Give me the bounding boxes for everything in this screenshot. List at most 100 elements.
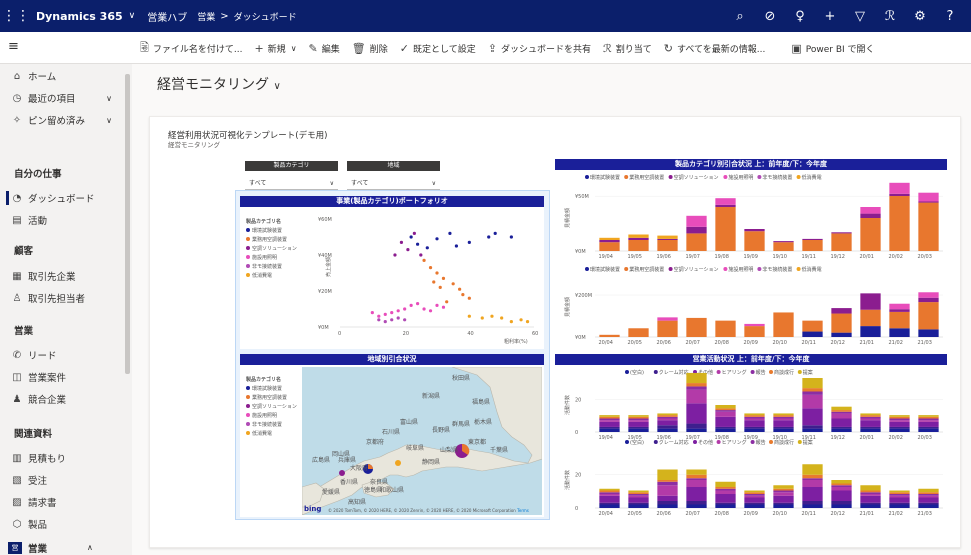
share-dashboard-button[interactable]: ⇪ ダッシュボードを共有 (488, 42, 591, 55)
activity-chart-prev-bar-segment[interactable] (657, 428, 678, 432)
category-chart-prev-bar-segment[interactable] (860, 213, 881, 218)
new-button[interactable]: + 新規 ∨ (254, 42, 296, 55)
activity-chart-prev-bar-segment[interactable] (802, 425, 823, 429)
category-chart-prev-bar-segment[interactable] (831, 232, 852, 234)
activity-chart-curr-bar-segment[interactable] (657, 480, 678, 482)
activity-chart-curr-bar-segment[interactable] (831, 485, 852, 487)
scatter-point[interactable] (409, 235, 413, 239)
activity-chart-prev-bar-segment[interactable] (773, 413, 794, 416)
sidebar-item-products[interactable]: ⬡ 製品 (0, 513, 122, 535)
category-chart-curr-bar-segment[interactable] (860, 326, 881, 337)
activity-chart-prev-bar-segment[interactable] (599, 420, 620, 422)
scatter-point[interactable] (441, 276, 446, 280)
category-chart-prev-bar-segment[interactable] (715, 204, 736, 207)
activity-chart-prev-bar-segment[interactable] (686, 386, 707, 390)
activity-chart-prev-bar-segment[interactable] (918, 420, 939, 422)
scatter-point[interactable] (396, 309, 400, 313)
scatter-point[interactable] (403, 318, 407, 322)
activity-chart-prev-bar-segment[interactable] (918, 426, 939, 429)
category-chart-prev-bar-segment[interactable] (657, 240, 678, 251)
activity-chart-curr-bar-segment[interactable] (686, 469, 707, 475)
category-slicer[interactable]: すべて ∨ (245, 177, 338, 190)
activity-legend-item[interactable]: 提案 (803, 369, 813, 376)
activity-chart-curr-bar-segment[interactable] (918, 502, 939, 505)
activity-chart-curr-bar-segment[interactable] (657, 495, 678, 501)
person-assist-icon[interactable]: ℛ (875, 9, 905, 24)
category-chart-curr-bar-segment[interactable] (628, 328, 649, 337)
refresh-all-button[interactable]: ↻ すべてを最新の情報... (664, 42, 766, 55)
activity-chart-curr-bar-segment[interactable] (628, 490, 649, 493)
activity-chart-prev-bar-segment[interactable] (657, 418, 678, 421)
sidebar-scrollbar[interactable] (125, 74, 130, 374)
activity-chart-prev-bar-segment[interactable] (773, 418, 794, 421)
activity-chart-curr-bar-segment[interactable] (918, 495, 939, 498)
activity-chart-curr-bar-segment[interactable] (715, 504, 736, 509)
activity-chart-curr-bar-segment[interactable] (918, 492, 939, 494)
category-chart-prev-bar-segment[interactable] (918, 192, 939, 202)
activity-chart-curr-bar-segment[interactable] (918, 488, 939, 493)
activity-chart-curr-bar-segment[interactable] (773, 495, 794, 503)
activity-chart-prev-bar-segment[interactable] (889, 416, 910, 419)
activity-chart-curr-bar-segment[interactable] (918, 497, 939, 503)
activity-chart-curr-bar-segment[interactable] (744, 504, 765, 509)
activity-chart-prev-bar-segment[interactable] (831, 413, 852, 419)
activity-chart-prev-bar-segment[interactable] (773, 426, 794, 429)
category-chart-curr-bar-segment[interactable] (889, 328, 910, 337)
activity-chart-prev-bar-segment[interactable] (628, 421, 649, 427)
activity-chart-curr-bar-segment[interactable] (860, 502, 881, 505)
activity-chart-prev-bar-segment[interactable] (744, 420, 765, 427)
scatter-point[interactable] (390, 318, 394, 322)
activity-chart-curr-bar-segment[interactable] (744, 497, 765, 503)
activity-legend-item[interactable]: (空白) (630, 369, 644, 376)
category-chart-prev-bar-segment[interactable] (715, 198, 736, 205)
activity-chart-curr-bar-segment[interactable] (773, 488, 794, 491)
activity-chart-prev-bar-segment[interactable] (889, 418, 910, 421)
category-chart-curr-bar-segment[interactable] (744, 323, 765, 327)
sidebar-item-pinned[interactable]: ✧ ピン留め済み ∨ (0, 109, 122, 131)
open-in-powerbi-button[interactable]: ▣ Power BI で開く (791, 42, 874, 55)
category-chart-prev-bar-segment[interactable] (860, 207, 881, 214)
activity-chart-prev-bar-segment[interactable] (860, 426, 881, 429)
activity-chart-curr-bar-segment[interactable] (802, 480, 823, 487)
activity-chart-curr-bar-segment[interactable] (715, 502, 736, 505)
category-chart-curr-bar-segment[interactable] (831, 332, 852, 337)
activity-chart-curr-bar-segment[interactable] (599, 502, 620, 505)
activity-chart-prev-bar-segment[interactable] (715, 411, 736, 417)
activity-chart-curr-bar-segment[interactable] (860, 504, 881, 509)
edit-button[interactable]: ✎ 編集 (309, 42, 340, 55)
activity-chart-prev-bar-segment[interactable] (628, 416, 649, 419)
area-switcher[interactable]: 営 営業 ∧ (0, 540, 132, 555)
activity-chart-curr-bar-segment[interactable] (918, 494, 939, 496)
activity-chart-prev-bar-segment[interactable] (686, 383, 707, 387)
activity-chart-curr-bar-segment[interactable] (599, 488, 620, 491)
activity-legend-item[interactable]: (空白) (630, 439, 644, 446)
region-slicer[interactable]: すべて ∨ (347, 177, 440, 190)
activity-chart-curr-bar-segment[interactable] (599, 490, 620, 493)
scatter-point[interactable] (480, 316, 484, 320)
activity-chart-prev-bar-segment[interactable] (918, 416, 939, 419)
category-chart-curr-bar-segment[interactable] (918, 329, 939, 337)
scatter-legend-item[interactable]: 低消費電 (252, 272, 272, 279)
sidebar-item-home[interactable]: ⌂ ホーム (0, 65, 122, 87)
scatter-legend-item[interactable]: 空調ソリューション (252, 245, 297, 252)
scatter-point[interactable] (428, 266, 433, 270)
activity-chart-prev-bar-segment[interactable] (686, 428, 707, 432)
scatter-point[interactable] (412, 231, 416, 235)
category-chart-prev-bar-segment[interactable] (831, 233, 852, 251)
filter-icon[interactable]: ▽ (845, 9, 875, 24)
scatter-point[interactable] (445, 300, 449, 304)
activity-chart-curr-bar-segment[interactable] (715, 488, 736, 491)
map-legend-item[interactable]: 施設用照明 (252, 412, 277, 419)
category-chart-curr-bar-segment[interactable] (773, 312, 794, 337)
category-chart-prev-bar-segment[interactable] (657, 238, 678, 240)
activity-chart-prev-bar-segment[interactable] (918, 418, 939, 421)
activity-chart-prev-bar-segment[interactable] (599, 416, 620, 419)
activity-chart-prev-bar-segment[interactable] (599, 418, 620, 421)
scatter-point[interactable] (467, 296, 471, 300)
scatter-point[interactable] (435, 271, 439, 275)
activity-chart-prev-bar-segment[interactable] (657, 420, 678, 426)
sidebar-item-quotes[interactable]: ▥ 見積もり (0, 447, 122, 469)
activity-chart-prev-bar-segment[interactable] (889, 421, 910, 427)
category-chart-prev-bar-segment[interactable] (918, 201, 939, 203)
activity-chart-prev-bar-segment[interactable] (686, 389, 707, 404)
